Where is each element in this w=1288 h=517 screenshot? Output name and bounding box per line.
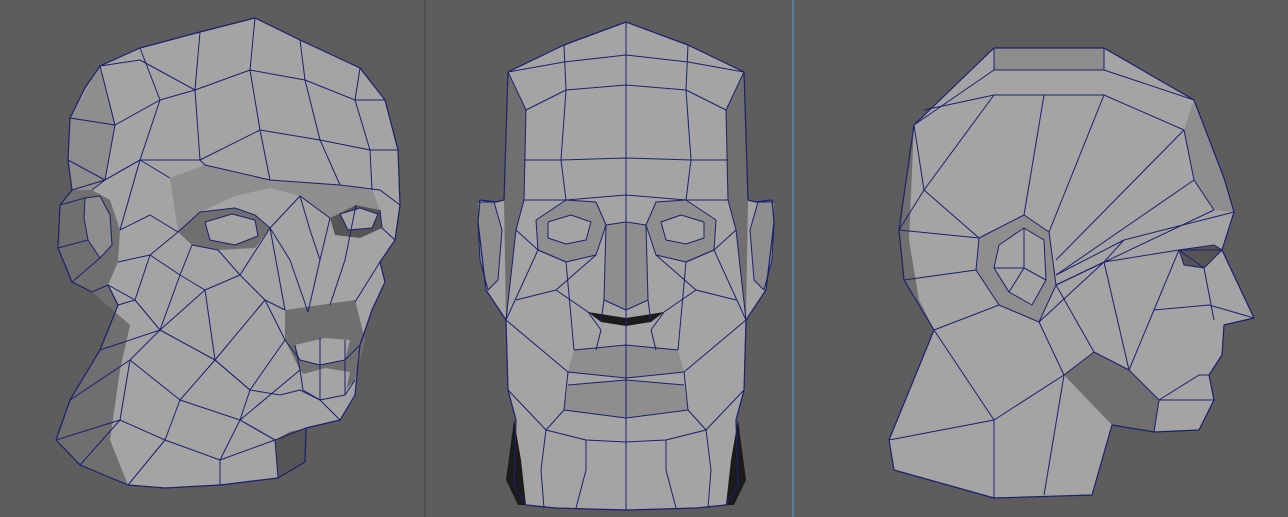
perspective-head-mesh[interactable] bbox=[0, 0, 424, 517]
viewport-strip bbox=[0, 0, 1288, 517]
perspective-viewport[interactable] bbox=[0, 0, 424, 517]
front-viewport[interactable] bbox=[426, 0, 792, 517]
side-viewport[interactable] bbox=[794, 0, 1288, 517]
side-top-band bbox=[994, 48, 1104, 70]
side-head-mesh[interactable] bbox=[794, 0, 1288, 517]
front-head-mesh[interactable] bbox=[426, 0, 792, 517]
